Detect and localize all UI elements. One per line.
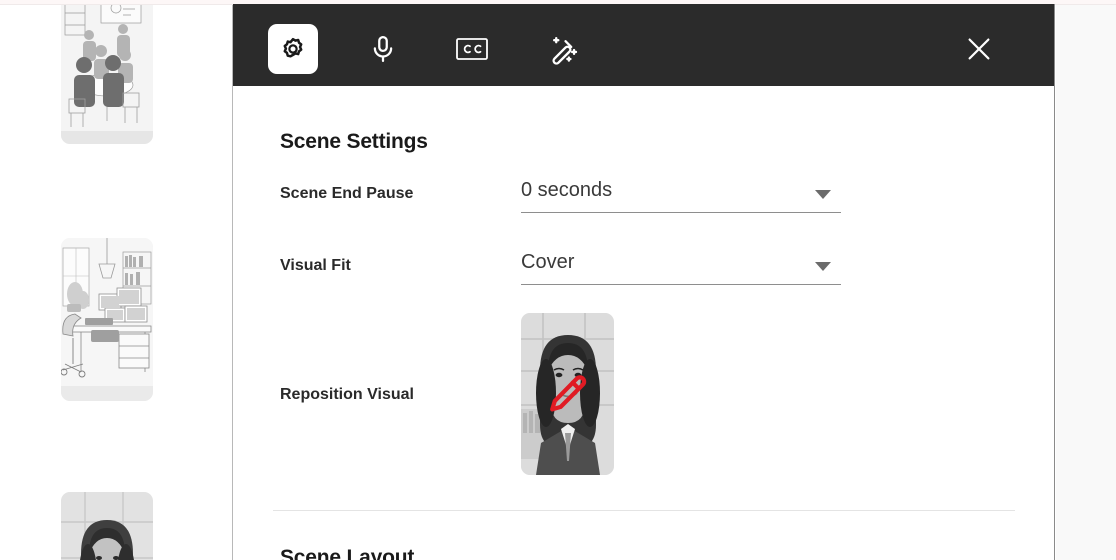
visual-fit-dropdown[interactable]: Cover: [521, 251, 841, 285]
scene-settings-panel: Scene Settings Scene End Pause 0 seconds…: [233, 86, 1055, 560]
toolbar-voice-tab[interactable]: [358, 24, 408, 74]
close-panel-button[interactable]: [956, 26, 1002, 72]
visual-fit-value: Cover: [521, 251, 575, 273]
scene-settings-heading: Scene Settings: [280, 130, 428, 153]
toolbar-enhance-tab[interactable]: [539, 24, 589, 74]
scene-end-pause-value: 0 seconds: [521, 179, 613, 201]
magic-wand-icon: [551, 36, 577, 65]
editor-toolbar: [233, 4, 1055, 86]
toolbar-settings-tab[interactable]: [268, 24, 318, 74]
reposition-visual-label: Reposition Visual: [280, 386, 414, 403]
close-icon: [968, 38, 990, 60]
microphone-icon: [373, 36, 393, 62]
scene-end-pause-dropdown[interactable]: 0 seconds: [521, 179, 841, 213]
edit-visual-overlay[interactable]: [546, 372, 590, 416]
scene-layout-heading: Scene Layout: [280, 546, 415, 560]
page-right-background: [1056, 5, 1116, 560]
section-divider: [273, 510, 1015, 511]
scene-thumbnail-sidebar[interactable]: [0, 5, 233, 560]
toolbar-captions-tab[interactable]: [447, 24, 497, 74]
chevron-down-icon: [815, 262, 831, 271]
scene-thumbnail-meeting-room[interactable]: [61, 5, 153, 144]
reposition-visual-thumbnail[interactable]: [521, 313, 614, 475]
scene-thumbnail-presenter-portrait[interactable]: [61, 492, 153, 560]
app-root: Scene Settings Scene End Pause 0 seconds…: [0, 0, 1116, 560]
scene-end-pause-label: Scene End Pause: [280, 185, 414, 202]
visual-fit-label: Visual Fit: [280, 257, 351, 274]
chevron-down-icon: [815, 190, 831, 199]
pencil-icon: [549, 375, 586, 412]
scene-thumbnail-desk-workspace[interactable]: [61, 238, 153, 401]
closed-captions-icon: [456, 38, 488, 60]
gear-icon: [283, 37, 303, 58]
